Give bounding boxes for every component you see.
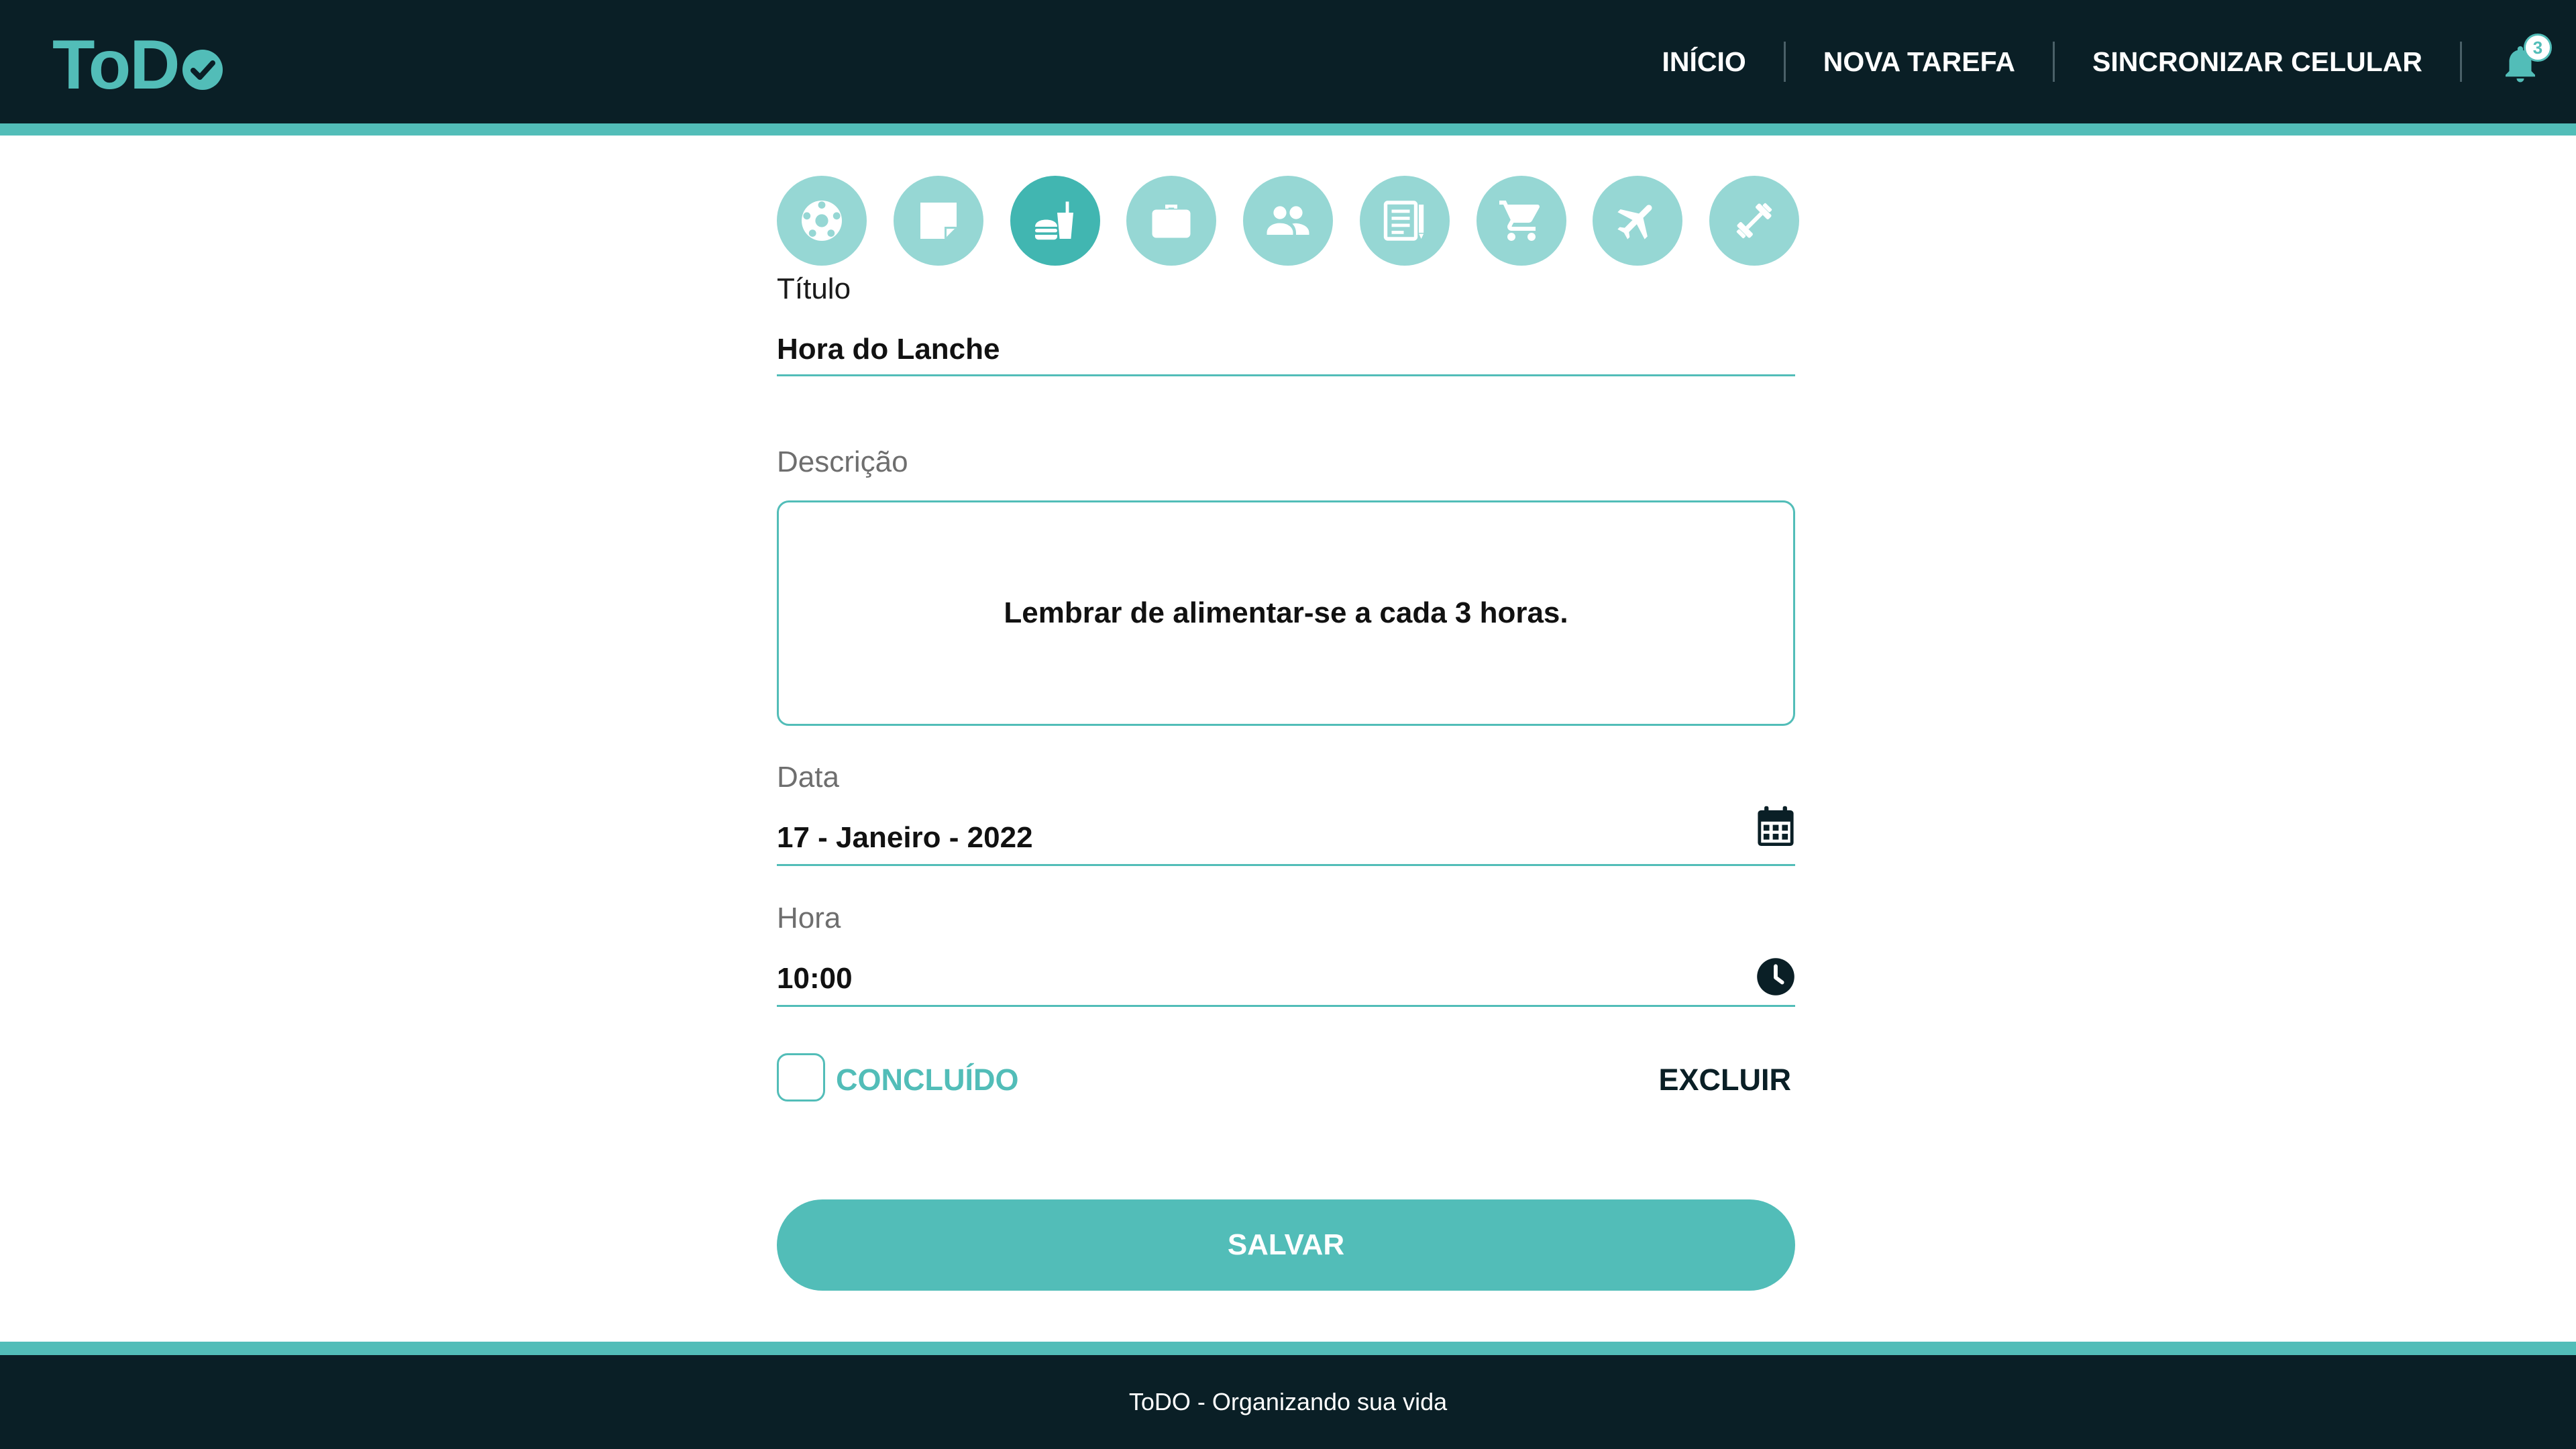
notifications-button[interactable]: 3 [2498, 34, 2552, 89]
category-selector [777, 176, 1799, 266]
description-label: Descrição [777, 445, 908, 478]
logo-text: ToD [52, 26, 180, 104]
time-underline [777, 1005, 1795, 1007]
airplane-icon [1617, 205, 1652, 239]
category-work[interactable] [1126, 176, 1217, 266]
dumbbell-icon [1736, 203, 1772, 239]
food-drink-icon [1034, 201, 1073, 240]
nav-divider [2460, 42, 2462, 82]
calendar-icon[interactable] [1756, 805, 1795, 848]
main-nav: INÍCIO NOVA TAREFA SINCRONIZAR CELULAR 3 [1624, 0, 2576, 123]
notes-pencil-icon [1383, 201, 1424, 241]
briefcase-icon [1152, 205, 1191, 238]
description-text: Lembrar de alimentar-se a cada 3 horas. [1004, 596, 1568, 629]
category-sports[interactable] [777, 176, 867, 266]
category-fitness[interactable] [1709, 176, 1799, 266]
o-check-icon [182, 50, 223, 90]
footer-text: ToDO - Organizando sua vida [1128, 1388, 1448, 1415]
title-underline [777, 374, 1795, 376]
footer-accent-stripe [0, 1342, 2576, 1355]
notification-count-badge: 3 [2524, 34, 2552, 62]
clock-icon[interactable] [1756, 955, 1795, 998]
description-textarea[interactable]: Lembrar de alimentar-se a cada 3 horas. [777, 500, 1795, 726]
date-underline [777, 864, 1795, 866]
time-input[interactable]: 10:00 [777, 962, 853, 996]
delete-button[interactable]: EXCLUIR [1658, 1063, 1791, 1097]
soccer-ball-icon [802, 201, 842, 241]
sticky-note-icon [920, 203, 957, 239]
category-travel[interactable] [1593, 176, 1683, 266]
nav-home[interactable]: INÍCIO [1624, 48, 1783, 76]
time-label: Hora [777, 902, 841, 934]
header-accent-stripe [0, 123, 2576, 136]
date-input[interactable]: 17 - Janeiro - 2022 [777, 821, 1033, 855]
category-food[interactable] [1010, 176, 1100, 266]
nav-new-task[interactable]: NOVA TAREFA [1786, 48, 2053, 76]
nav-sync-phone[interactable]: SINCRONIZAR CELULAR [2055, 48, 2460, 76]
task-actions-row: CONCLUÍDO EXCLUIR [777, 1053, 1795, 1103]
category-notes[interactable] [893, 176, 983, 266]
save-button[interactable]: SALVAR [777, 1199, 1795, 1291]
category-reading[interactable] [1359, 176, 1450, 266]
date-label: Data [777, 761, 839, 794]
people-icon [1267, 206, 1309, 235]
title-input[interactable]: Hora do Lanche [777, 333, 1000, 366]
app-logo[interactable]: ToD [52, 28, 224, 102]
top-bar: ToD INÍCIO NOVA TAREFA SINCRONIZAR CELUL… [0, 0, 2576, 123]
done-label[interactable]: CONCLUÍDO [836, 1063, 1018, 1097]
category-shopping[interactable] [1476, 176, 1566, 266]
title-label: Título [777, 272, 851, 305]
footer: ToDO - Organizando sua vida [0, 1355, 2576, 1449]
category-social[interactable] [1243, 176, 1333, 266]
shopping-cart-icon [1499, 201, 1540, 241]
done-checkbox[interactable] [777, 1053, 825, 1102]
